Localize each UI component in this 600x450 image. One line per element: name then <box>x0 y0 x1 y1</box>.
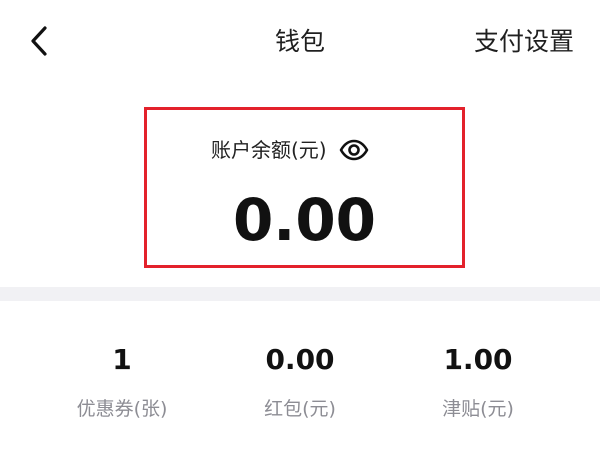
coupons-count: 1 <box>112 343 132 376</box>
section-divider <box>0 287 600 301</box>
coupons-summary[interactable]: 1 优惠券(张) <box>32 340 212 423</box>
coupons-label: 优惠券(张) <box>76 398 168 420</box>
balance-label: 账户余额(元) <box>211 138 327 162</box>
balance-amount: 0.00 <box>232 186 377 254</box>
red-packet-summary[interactable]: 0.00 红包(元) <box>210 340 390 423</box>
wallet-assets-summary: 1 优惠券(张) 0.00 红包(元) 1.00 津贴(元) <box>0 340 600 430</box>
balance-label-row: 账户余额(元) <box>211 134 369 166</box>
subsidy-amount: 1.00 <box>443 343 513 376</box>
subsidy-label: 津贴(元) <box>442 398 514 420</box>
payment-settings-link[interactable]: 支付设置 <box>474 24 574 60</box>
eye-icon[interactable] <box>339 138 369 162</box>
red-packet-label: 红包(元) <box>264 398 336 420</box>
red-packet-amount: 0.00 <box>265 343 335 376</box>
subsidy-summary[interactable]: 1.00 津贴(元) <box>388 340 568 423</box>
top-navigation-bar: 钱包 支付设置 <box>0 0 600 85</box>
account-balance-card: 账户余额(元) 0.00 <box>144 107 465 268</box>
